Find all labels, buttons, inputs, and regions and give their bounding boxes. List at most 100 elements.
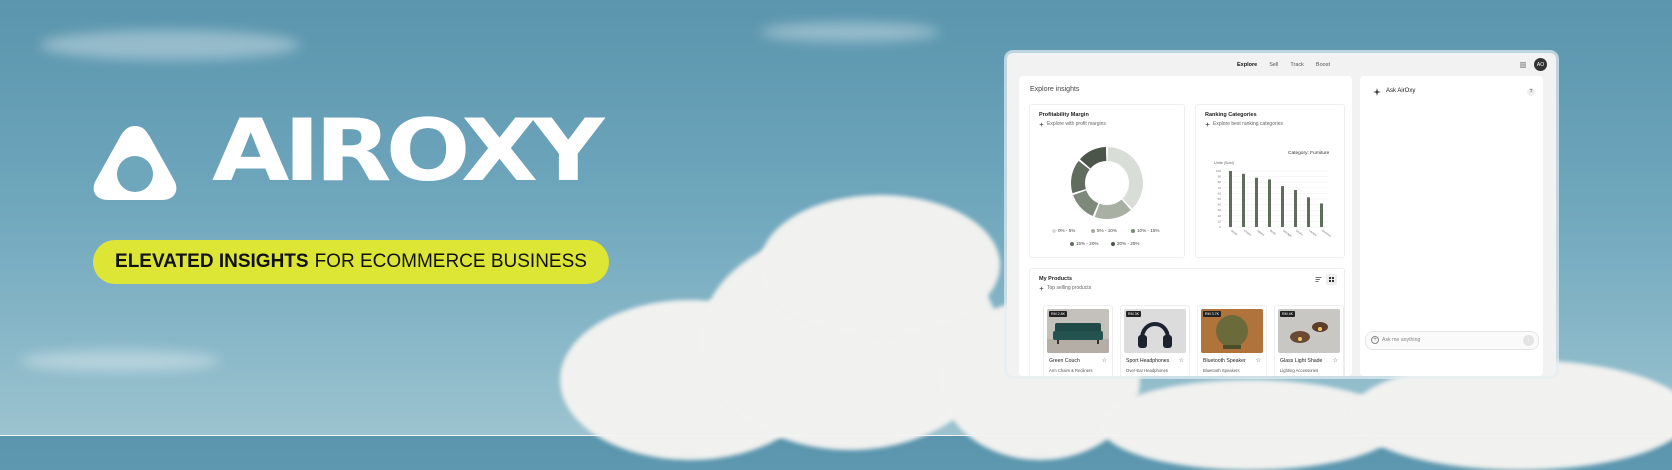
profitability-subtitle-text: Explore with profit margins	[1047, 121, 1106, 127]
sparkle-icon	[1373, 88, 1381, 96]
product-name: Glass Light Shade	[1280, 358, 1323, 364]
ranking-bar-chart: 0 1020 3040 50 6070 8090 100 Sofas Chairs Tables B…	[1216, 169, 1332, 239]
y-tick-label: 70	[1218, 186, 1222, 190]
avatar[interactable]: AO	[1534, 58, 1547, 71]
product-category: Bluetooth Speakers	[1203, 368, 1240, 373]
bar	[1294, 190, 1297, 227]
product-card[interactable]: RM 3.7K Bluetooth Speaker ☆ Bluetooth Sp…	[1197, 305, 1267, 376]
main-nav: Explore Sell Track Boost	[1237, 62, 1330, 68]
bar	[1242, 173, 1245, 227]
favorite-star-icon[interactable]: ☆	[1179, 357, 1184, 364]
profitability-card: Profitability Margin Explore with profit…	[1029, 104, 1185, 258]
price-tag: RM 3K	[1126, 311, 1141, 317]
legend-item-2: 5% - 10%	[1091, 228, 1117, 233]
favorite-star-icon[interactable]: ☆	[1102, 357, 1107, 364]
y-tick-label: 100	[1216, 169, 1221, 173]
product-card[interactable]: RM 2.8K Green Couch ☆ Arm Chairs & Recli…	[1043, 305, 1113, 376]
legend-swatch	[1091, 228, 1095, 233]
price-tag: RM 4K	[1280, 311, 1295, 317]
page-title: Explore insights	[1030, 86, 1080, 93]
product-name: Green Couch	[1049, 358, 1080, 364]
nav-item-sell[interactable]: Sell	[1269, 62, 1278, 68]
y-axis-label: Units (Sold)	[1214, 161, 1234, 165]
donut-slice	[1094, 199, 1131, 219]
y-tick-label: 40	[1218, 203, 1222, 207]
legend-item-3: 10% - 15%	[1131, 228, 1159, 233]
bar	[1281, 186, 1284, 227]
ask-input[interactable]	[1382, 335, 1512, 345]
legend-swatch	[1070, 241, 1074, 246]
x-tick-label: Chairs	[1243, 229, 1253, 238]
y-tick-label: 50	[1218, 197, 1222, 201]
legend-label: 5% - 10%	[1097, 228, 1117, 233]
legend-label: 15% - 20%	[1076, 241, 1099, 246]
profitability-subtitle: Explore with profit margins	[1039, 121, 1106, 127]
tagline-pill: ELEVATED INSIGHTS FOR ECOMMERCE BUSINESS	[93, 240, 609, 284]
donut-slice	[1071, 160, 1090, 194]
donut-slice	[1073, 190, 1099, 217]
legend-item-1: 0% - 5%	[1052, 228, 1075, 233]
x-tick-label: Beds	[1269, 229, 1277, 236]
help-icon[interactable]: ?	[1527, 88, 1535, 96]
favorite-star-icon[interactable]: ☆	[1256, 357, 1261, 364]
x-tick-label: Shelves	[1321, 229, 1332, 239]
assistant-panel: Ask AirOxy ? + ↑	[1360, 76, 1543, 376]
app-window: Explore Sell Track Boost AO Explore insi…	[1007, 53, 1556, 376]
add-icon[interactable]: +	[1371, 336, 1379, 344]
profitability-donut-chart	[1071, 147, 1143, 219]
send-button[interactable]: ↑	[1523, 335, 1534, 346]
sparkle-icon	[1039, 285, 1044, 291]
legend-label: 0% - 5%	[1058, 228, 1076, 233]
bar	[1255, 177, 1258, 227]
ranking-card: Ranking Categories Explore best ranking …	[1195, 104, 1345, 258]
product-category: Arm Chairs & Recliners	[1049, 368, 1093, 373]
y-tick-label: 0	[1219, 225, 1221, 229]
sparkle-icon	[1205, 121, 1210, 127]
x-tick-label: Lamps	[1308, 229, 1318, 238]
nav-item-track[interactable]: Track	[1290, 62, 1304, 68]
tagline-rest: FOR ECOMMERCE BUSINESS	[314, 251, 587, 272]
menu-icon[interactable]	[1519, 61, 1527, 69]
category-label: Category: Furniture	[1288, 151, 1330, 156]
ranking-title: Ranking Categories	[1205, 112, 1257, 118]
grid-view-icon[interactable]	[1326, 274, 1337, 285]
y-tick-label: 60	[1218, 191, 1222, 195]
y-tick-label: 80	[1218, 180, 1222, 184]
ranking-subtitle-text: Explore best ranking categories	[1213, 121, 1284, 127]
legend-item-4: 15% - 20%	[1070, 241, 1098, 246]
products-title: My Products	[1039, 276, 1073, 282]
products-subtitle-text: Top selling products	[1047, 285, 1092, 291]
nav-item-boost[interactable]: Boost	[1316, 62, 1330, 68]
products-card: My Products Top selling products RM 2.8K…	[1029, 268, 1345, 376]
legend-swatch	[1052, 228, 1056, 233]
x-tick-label: Desks	[1295, 229, 1305, 237]
bar	[1229, 171, 1232, 227]
legend-label: 10% - 15%	[1137, 228, 1160, 233]
bar	[1268, 179, 1271, 227]
x-tick-label: Tables	[1256, 229, 1266, 238]
x-tick-label: Storage	[1282, 229, 1293, 238]
bar	[1320, 203, 1323, 227]
nav-item-explore[interactable]: Explore	[1237, 62, 1257, 68]
donut-slice	[1107, 147, 1143, 209]
tagline-bold: ELEVATED INSIGHTS	[115, 251, 309, 272]
ask-box: + ↑	[1365, 331, 1539, 350]
list-view-icon[interactable]	[1314, 275, 1323, 284]
assistant-title: Ask AirOxy	[1386, 88, 1416, 94]
bar	[1307, 197, 1310, 227]
insights-panel: Explore insights Profitability Margin Ex…	[1019, 76, 1352, 376]
product-card[interactable]: RM 3K Sport Headphones ☆ Over-Ear Headph…	[1120, 305, 1190, 376]
product-card[interactable]: RM 4K Glass Light Shade ☆ Lighting Acces…	[1274, 305, 1344, 376]
legend-swatch	[1131, 228, 1135, 233]
y-tick-label: 90	[1218, 175, 1222, 179]
y-tick-label: 30	[1218, 208, 1222, 212]
product-name: Bluetooth Speaker	[1203, 358, 1246, 364]
favorite-star-icon[interactable]: ☆	[1333, 357, 1338, 364]
brand-wordmark: AIROXY	[212, 100, 605, 201]
legend-swatch	[1111, 241, 1115, 246]
product-name: Sport Headphones	[1126, 358, 1170, 364]
products-subtitle: Top selling products	[1039, 285, 1091, 291]
x-tick-label: Sofas	[1230, 229, 1239, 237]
product-category: Over-Ear Headphones	[1126, 368, 1168, 373]
y-tick-label: 20	[1218, 214, 1222, 218]
